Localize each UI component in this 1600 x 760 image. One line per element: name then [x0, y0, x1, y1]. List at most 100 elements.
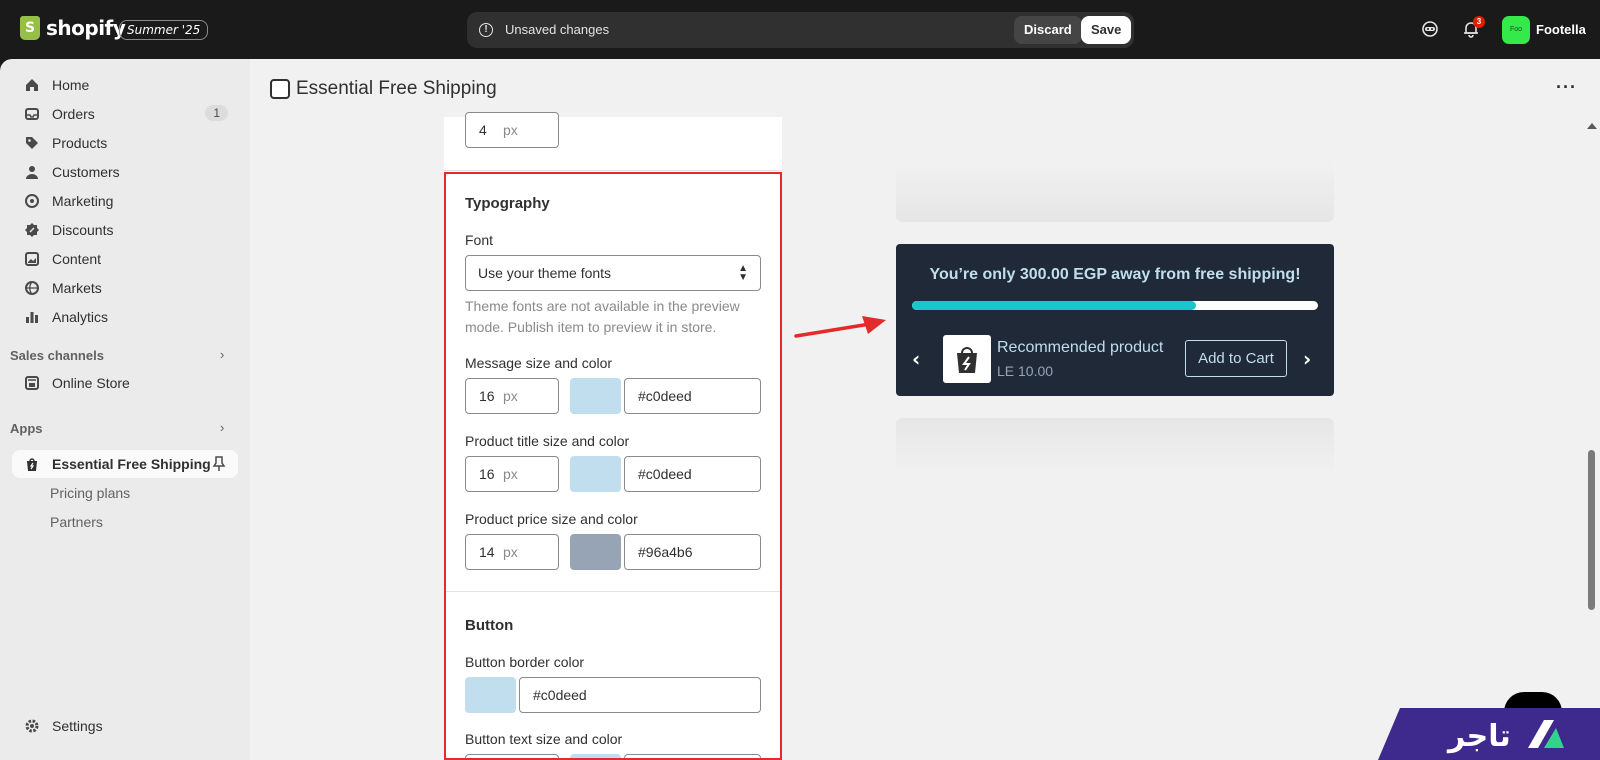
chevron-right-icon[interactable]: ›	[220, 347, 224, 362]
page-header: Essential Free Shipping ···	[250, 59, 1600, 119]
sidebar-item-analytics[interactable]: Analytics	[12, 303, 238, 331]
message-size-input[interactable]: 16 px	[465, 378, 559, 414]
shopify-logo[interactable]: shopify	[20, 16, 126, 40]
chevron-right-icon[interactable]: ›	[220, 420, 224, 435]
scrollbar[interactable]	[1583, 120, 1600, 760]
message-size-value: 16	[479, 388, 495, 404]
price-size-input[interactable]: 14 px	[465, 534, 559, 570]
home-icon	[26, 79, 38, 91]
button-text-color-swatch[interactable]	[570, 754, 621, 760]
title-color-swatch[interactable]	[570, 456, 621, 492]
sidebar: Home Orders 1 Products Customers Marketi…	[0, 59, 250, 760]
more-actions-icon[interactable]: ···	[1556, 77, 1577, 98]
price-color-input[interactable]: #96a4b6	[624, 534, 761, 570]
person-icon	[26, 166, 38, 179]
product-title: Recommended product	[997, 339, 1164, 356]
title-size-label: Product title size and color	[465, 433, 630, 449]
font-select[interactable]: Use your theme fonts ▲ ▼	[465, 255, 761, 291]
shopify-bag-icon	[20, 16, 40, 40]
sidebar-item-label: Products	[52, 135, 108, 151]
shopping-bag-icon	[957, 347, 977, 373]
store-name[interactable]: Footella	[1536, 22, 1586, 37]
save-button[interactable]: Save	[1081, 16, 1132, 44]
sidebar-item-customers[interactable]: Customers	[12, 158, 238, 186]
price-size-value: 14	[479, 544, 495, 560]
image-icon	[25, 252, 39, 266]
button-border-color-value: #c0deed	[533, 687, 587, 703]
globe-icon	[25, 281, 39, 295]
top-bar: shopify Summer '25 ! Unsaved changes Dis…	[0, 0, 1600, 59]
sidebar-item-essential-free-shipping[interactable]: Essential Free Shipping	[12, 450, 238, 478]
chevron-right-icon[interactable]: ›	[1303, 347, 1311, 371]
button-border-color-input[interactable]: #c0deed	[519, 677, 761, 713]
sidebar-item-home[interactable]: Home	[12, 71, 238, 99]
font-label: Font	[465, 232, 494, 248]
apps-heading[interactable]: Apps	[10, 421, 43, 436]
sidebar-item-label: Analytics	[52, 309, 109, 325]
unit-label: px	[503, 466, 518, 482]
title-color-input[interactable]: #c0deed	[624, 456, 761, 492]
discount-icon	[25, 223, 39, 237]
unit-label: px	[503, 122, 518, 138]
button-border-swatch[interactable]	[465, 677, 516, 713]
sidekick-icon[interactable]	[1419, 18, 1441, 40]
avatar[interactable]: Foo	[1502, 16, 1530, 44]
price-color-swatch[interactable]	[570, 534, 621, 570]
progress-fill	[912, 301, 1197, 310]
select-arrows-icon: ▲ ▼	[738, 263, 748, 283]
store-icon	[25, 376, 39, 390]
title-color-value: #c0deed	[638, 466, 692, 482]
chevron-left-icon[interactable]: ‹	[912, 347, 920, 371]
sidebar-item-markets[interactable]: Markets	[12, 274, 238, 302]
sidebar-item-online-store[interactable]: Online Store	[12, 369, 238, 397]
add-to-cart-button[interactable]: Add to Cart	[1185, 340, 1287, 377]
sidebar-item-label: Orders	[52, 106, 95, 122]
typography-heading: Typography	[465, 195, 550, 212]
scroll-thumb[interactable]	[1588, 450, 1595, 610]
discard-button[interactable]: Discard	[1014, 16, 1082, 44]
notification-badge: 3	[1473, 16, 1485, 28]
divider	[444, 170, 782, 171]
message-color-input[interactable]: #c0deed	[624, 378, 761, 414]
sidebar-item-content[interactable]: Content	[12, 245, 238, 273]
free-shipping-bar-preview: You’re only 300.00 EGP away from free sh…	[896, 244, 1334, 396]
orders-count-badge: 1	[205, 105, 228, 121]
padding-value: 4	[479, 122, 487, 138]
alert-icon: !	[479, 23, 493, 37]
button-text-label: Button text size and color	[465, 731, 623, 747]
tag-icon	[26, 137, 38, 149]
unit-label: px	[503, 388, 518, 404]
sidebar-item-discounts[interactable]: Discounts	[12, 216, 238, 244]
unsaved-changes-bar: ! Unsaved changes Discard Save	[467, 12, 1134, 48]
title-size-input[interactable]: 16 px	[465, 456, 559, 492]
sidebar-item-orders[interactable]: Orders 1	[12, 100, 238, 128]
font-help-text: Theme fonts are not available in the pre…	[465, 298, 740, 335]
tajer-watermark: تاجر	[1378, 708, 1600, 760]
button-text-color-input[interactable]	[624, 754, 761, 760]
pin-icon[interactable]	[212, 456, 226, 472]
unsaved-text: Unsaved changes	[505, 22, 610, 37]
sidebar-item-pricing-plans[interactable]: Pricing plans	[50, 485, 130, 501]
preview-placeholder	[896, 160, 1334, 222]
button-text-size-input[interactable]	[465, 754, 559, 760]
sidebar-item-partners[interactable]: Partners	[50, 514, 103, 530]
sidebar-item-label: Marketing	[52, 193, 114, 209]
sidebar-item-settings[interactable]: Settings	[12, 712, 238, 740]
sidebar-item-products[interactable]: Products	[12, 129, 238, 157]
message-color-swatch[interactable]	[570, 378, 621, 414]
sidebar-item-marketing[interactable]: Marketing	[12, 187, 238, 215]
scroll-up-arrow[interactable]	[1587, 123, 1597, 129]
sidebar-item-label: Essential Free Shipping	[52, 456, 211, 472]
app-icon	[270, 79, 290, 99]
progress-track	[912, 301, 1318, 310]
edition-badge[interactable]: Summer '25	[119, 20, 209, 40]
shipping-message: You’re only 300.00 EGP away from free sh…	[929, 266, 1301, 283]
bar-chart-icon	[26, 312, 38, 323]
target-icon	[25, 194, 39, 208]
button-heading: Button	[465, 617, 514, 634]
sidebar-item-label: Discounts	[52, 222, 114, 238]
sales-channels-heading[interactable]: Sales channels	[10, 348, 104, 363]
padding-input[interactable]: 4 px	[465, 112, 559, 148]
sidebar-item-label: Content	[52, 251, 102, 267]
sidebar-item-label: Customers	[52, 164, 120, 180]
